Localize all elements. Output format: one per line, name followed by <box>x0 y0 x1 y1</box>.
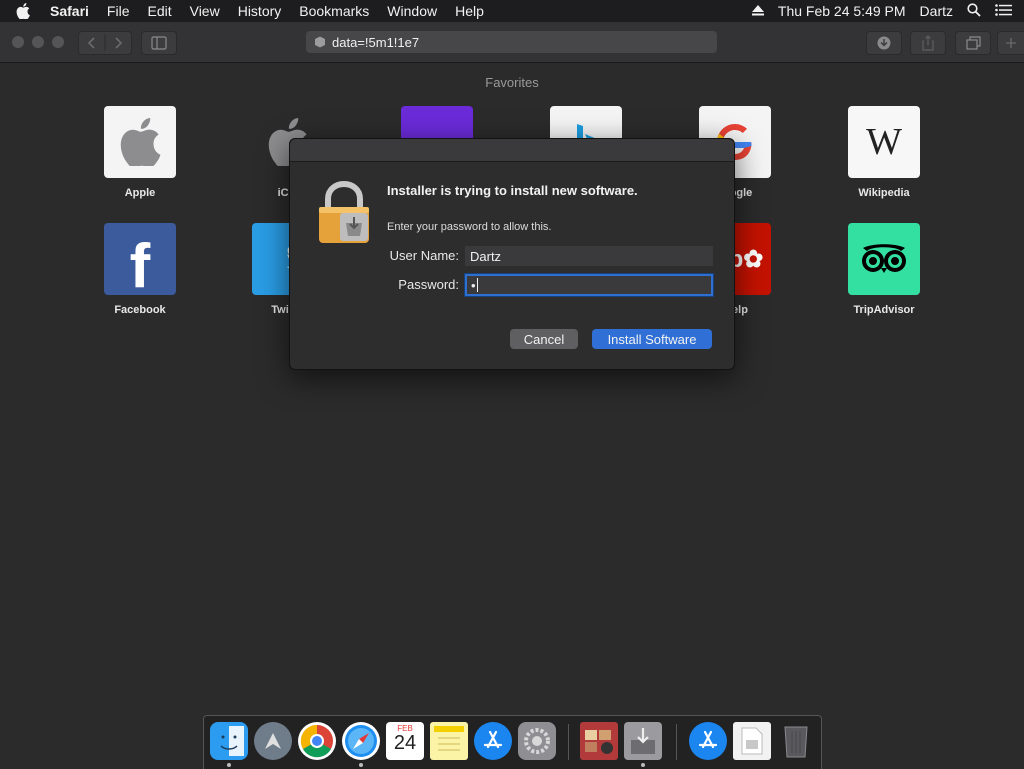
dialog-title: Installer is trying to install new softw… <box>387 183 638 198</box>
cancel-button[interactable]: Cancel <box>510 329 578 349</box>
favorite-facebook-tile[interactable]: f <box>104 223 176 295</box>
favorites-title: Favorites <box>485 75 539 90</box>
trash-icon[interactable] <box>777 722 815 760</box>
text-cursor <box>476 278 478 292</box>
password-label: Password: <box>398 277 459 292</box>
finder-icon[interactable] <box>210 722 248 760</box>
finder-running-indicator <box>227 763 231 767</box>
menu-file[interactable]: File <box>107 3 130 19</box>
documents-folder-icon[interactable] <box>733 722 771 760</box>
tab-overview-button[interactable] <box>955 31 991 55</box>
apple-logo-icon <box>120 118 161 166</box>
dock-separator <box>568 724 569 760</box>
menu-window[interactable]: Window <box>387 3 437 19</box>
username-value: Dartz <box>470 248 502 264</box>
dock: FEB 24 <box>203 715 822 769</box>
menu-edit[interactable]: Edit <box>147 3 171 19</box>
password-field[interactable]: • <box>465 274 713 296</box>
dialog-message: Enter your password to allow this. <box>387 221 552 233</box>
close-window-button[interactable] <box>12 36 24 48</box>
minimize-window-button[interactable] <box>32 36 44 48</box>
tripadvisor-owl-icon <box>862 244 906 273</box>
favorite-wikipedia-tile[interactable]: W <box>848 106 920 178</box>
dock-separator-2 <box>676 724 677 760</box>
notification-center-icon[interactable] <box>995 3 1012 19</box>
menu-help[interactable]: Help <box>455 3 484 19</box>
apple-menu-icon[interactable] <box>16 3 36 19</box>
menu-app-safari[interactable]: Safari <box>50 3 89 19</box>
favorite-apple-tile[interactable] <box>104 106 176 178</box>
menu-bookmarks[interactable]: Bookmarks <box>299 3 369 19</box>
username-label: User Name: <box>389 248 459 263</box>
favorite-tripadvisor-label[interactable]: TripAdvisor <box>824 304 944 316</box>
app-store-download-icon[interactable] <box>689 722 727 760</box>
notes-icon[interactable] <box>430 722 468 760</box>
favorite-facebook-label[interactable]: Facebook <box>80 304 200 316</box>
menu-user[interactable]: Dartz <box>920 3 953 19</box>
installer-running-indicator <box>641 763 645 767</box>
wikipedia-logo-icon: W <box>866 121 902 163</box>
sidebar-toggle-button[interactable] <box>141 31 177 55</box>
install-software-button[interactable]: Install Software <box>592 329 712 349</box>
chrome-icon[interactable] <box>298 722 336 760</box>
installer-icon[interactable] <box>624 722 662 760</box>
app-store-icon[interactable] <box>474 722 512 760</box>
zoom-window-button[interactable] <box>52 36 64 48</box>
share-button[interactable] <box>910 31 946 55</box>
safari-icon[interactable] <box>342 722 380 760</box>
back-forward-buttons[interactable] <box>78 31 132 55</box>
spotlight-search-icon[interactable] <box>967 2 981 20</box>
username-field[interactable]: Dartz <box>465 246 713 266</box>
menu-view[interactable]: View <box>190 3 220 19</box>
favorite-tripadvisor-tile[interactable] <box>848 223 920 295</box>
downloads-button[interactable] <box>866 31 902 55</box>
calendar-day: 24 <box>393 732 417 754</box>
new-tab-button[interactable] <box>997 31 1024 55</box>
eject-icon[interactable] <box>751 3 764 19</box>
launchpad-icon[interactable] <box>254 722 292 760</box>
favorite-wikipedia-label[interactable]: Wikipedia <box>824 187 944 199</box>
menu-history[interactable]: History <box>238 3 282 19</box>
photo-booth-icon[interactable] <box>580 722 618 760</box>
address-text: data=!5m1!1e7 <box>332 34 420 50</box>
system-preferences-icon[interactable] <box>518 722 556 760</box>
installer-auth-dialog: Installer is trying to install new softw… <box>289 138 735 370</box>
padlock-icon <box>316 180 372 250</box>
site-icon <box>314 36 326 48</box>
safari-running-indicator <box>359 763 363 767</box>
menu-bar: Safari File Edit View History Bookmarks … <box>0 0 1024 22</box>
dialog-titlebar <box>290 139 734 162</box>
address-bar[interactable]: data=!5m1!1e7 <box>306 31 717 53</box>
menu-clock[interactable]: Thu Feb 24 5:49 PM <box>778 3 906 19</box>
facebook-logo-icon: f <box>129 231 151 296</box>
browser-toolbar: data=!5m1!1e7 <box>0 22 1024 63</box>
password-value: • <box>471 277 476 293</box>
calendar-icon[interactable]: FEB 24 <box>386 722 424 760</box>
favorite-apple-label[interactable]: Apple <box>80 187 200 199</box>
